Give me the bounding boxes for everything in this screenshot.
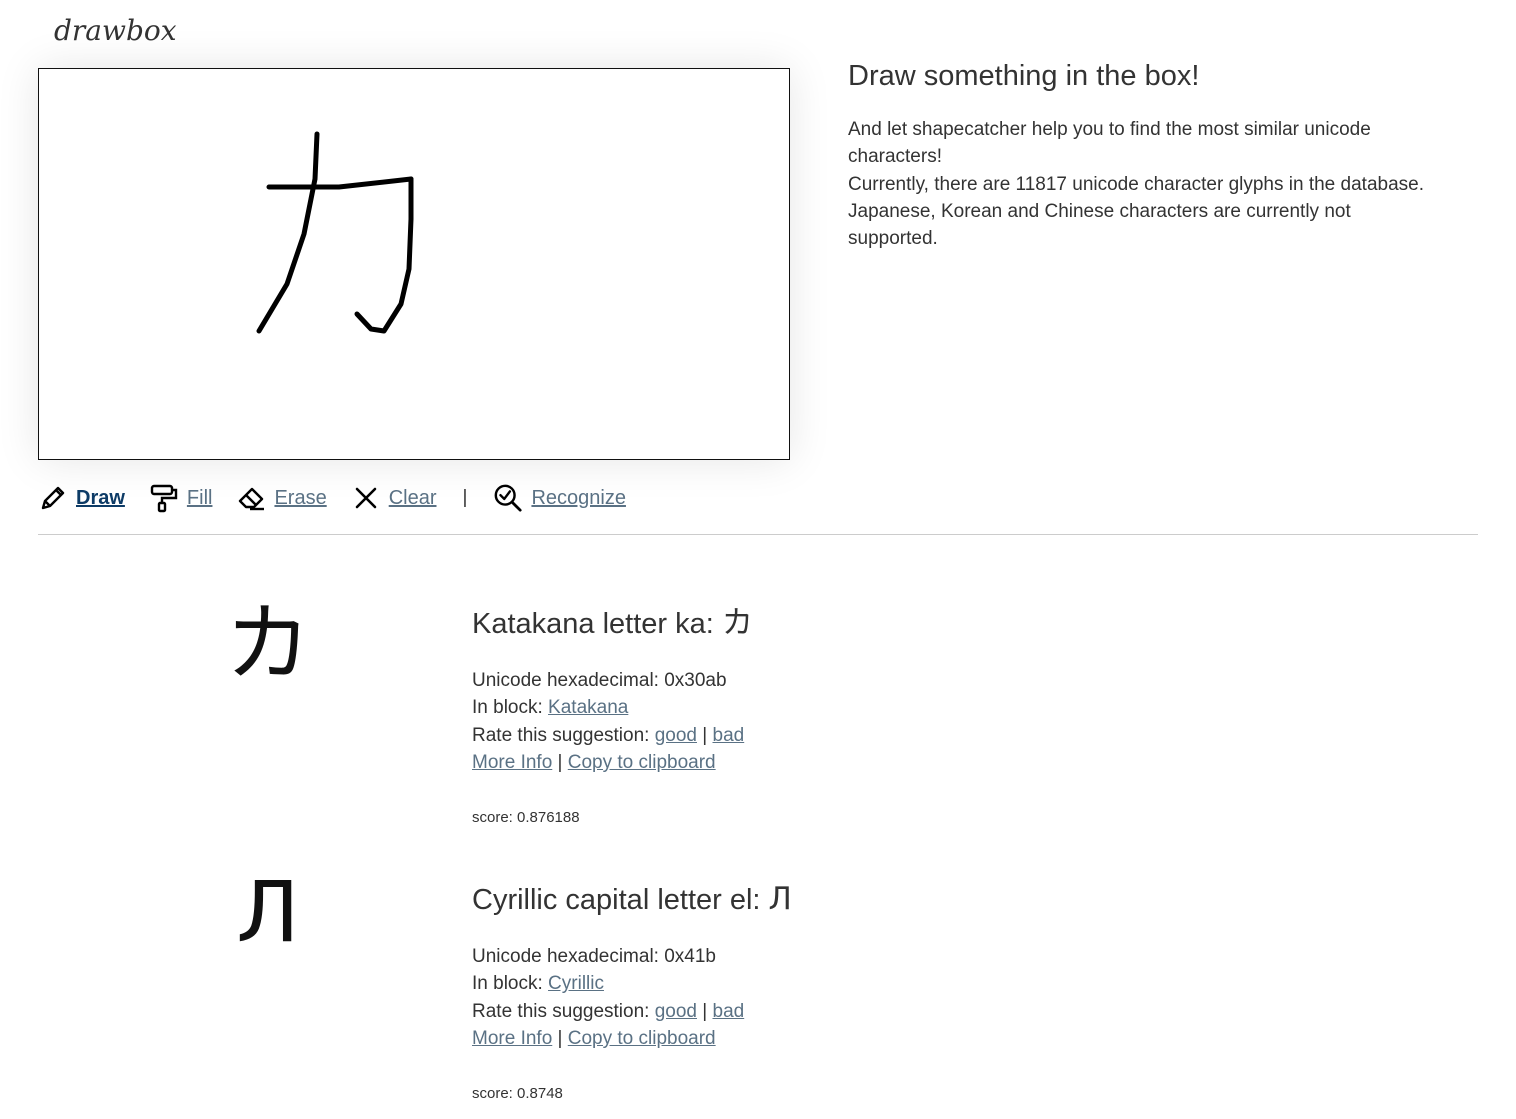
drawing-canvas[interactable]	[38, 68, 790, 460]
pipe-separator: |	[697, 1000, 713, 1022]
block-link[interactable]: Cyrillic	[548, 973, 604, 994]
close-icon	[351, 483, 381, 513]
block-label: In block:	[472, 697, 549, 719]
paint-roller-icon	[149, 483, 179, 513]
unicode-hex-value: 0x30ab	[664, 670, 727, 691]
score-value: 0.8748	[517, 1085, 563, 1103]
result-item: カ Katakana letter ka: カ Unicode hexadeci…	[38, 594, 1478, 844]
actions-line: More Info | Copy to clipboard	[472, 749, 1372, 776]
draw-tool-button[interactable]: Draw	[38, 483, 125, 513]
unicode-hex-value: 0x41b	[664, 946, 716, 967]
stroke-top-bar	[266, 176, 414, 190]
unicode-hex-line: Unicode hexadecimal: 0x30ab	[472, 667, 1372, 694]
result-title: Cyrillic capital letter el: Л	[472, 880, 1372, 919]
drawbox-logo: drawbox	[52, 10, 202, 52]
intro-line: supported.	[848, 228, 938, 250]
result-info: Cyrillic capital letter el: Л Unicode he…	[472, 880, 1372, 1104]
rate-label: Rate this suggestion:	[472, 1000, 655, 1022]
stroke-right-hook	[354, 176, 414, 334]
erase-label[interactable]: Erase	[274, 487, 326, 510]
unicode-hex-label: Unicode hexadecimal:	[472, 946, 665, 967]
pipe-separator: |	[697, 724, 713, 746]
rate-line: Rate this suggestion: good | bad	[472, 722, 1372, 749]
score-label: score:	[472, 809, 518, 827]
draw-label[interactable]: Draw	[76, 487, 125, 510]
shapecatcher-page: drawbox Draw something in the box! And l…	[0, 0, 1516, 1119]
actions-line: More Info | Copy to clipboard	[472, 1025, 1372, 1052]
rate-label: Rate this suggestion:	[472, 724, 655, 746]
toolbar-separator: |	[462, 487, 468, 508]
erase-tool-button[interactable]: Erase	[236, 483, 327, 513]
intro-text: And let shapecatcher help you to find th…	[848, 116, 1478, 252]
block-line: In block: Katakana	[472, 694, 1372, 721]
recognize-label[interactable]: Recognize	[531, 487, 626, 510]
eraser-icon	[236, 483, 266, 513]
clear-label[interactable]: Clear	[389, 487, 437, 510]
score-line: score: 0.8748	[472, 1084, 1372, 1104]
pipe-separator: |	[552, 751, 568, 773]
result-char: Л	[768, 881, 792, 917]
drawing-toolbar: Draw Fill Erase Clear | Recognize	[38, 478, 650, 518]
intro-heading: Draw something in the box!	[848, 60, 1200, 92]
intro-line: And let shapecatcher help you to find th…	[848, 119, 1371, 140]
pipe-separator: |	[552, 1027, 568, 1049]
user-drawing-strokes	[256, 131, 414, 334]
intro-line: characters!	[848, 146, 942, 168]
score-line: score: 0.876188	[472, 808, 1372, 828]
fill-tool-button[interactable]: Fill	[149, 483, 213, 513]
unicode-hex-label: Unicode hexadecimal:	[472, 670, 665, 691]
score-label: score:	[472, 1085, 518, 1103]
score-value: 0.876188	[517, 809, 580, 827]
result-char: カ	[721, 605, 753, 641]
result-name: Cyrillic capital letter el:	[472, 884, 769, 916]
block-link[interactable]: Katakana	[548, 697, 628, 718]
intro-section: Draw something in the box! And let shape…	[848, 56, 1478, 252]
unicode-hex-line: Unicode hexadecimal: 0x41b	[472, 943, 1372, 970]
result-item: Л Cyrillic capital letter el: Л Unicode …	[38, 866, 1478, 1116]
rate-line: Rate this suggestion: good | bad	[472, 998, 1372, 1025]
more-info-link[interactable]: More Info	[472, 1028, 552, 1049]
result-name: Katakana letter ka:	[472, 608, 722, 640]
clear-tool-button[interactable]: Clear	[351, 483, 437, 513]
search-check-icon	[493, 483, 523, 513]
intro-line: Currently, there are 11817 unicode chara…	[848, 173, 1424, 195]
copy-to-clipboard-link[interactable]: Copy to clipboard	[568, 1028, 716, 1049]
pencil-icon	[38, 483, 68, 513]
block-line: In block: Cyrillic	[472, 970, 1372, 997]
recognize-button[interactable]: Recognize	[493, 483, 626, 513]
result-glyph-preview: カ	[225, 594, 311, 694]
copy-to-clipboard-link[interactable]: Copy to clipboard	[568, 752, 716, 773]
rate-bad-link[interactable]: bad	[713, 1001, 745, 1022]
result-title: Katakana letter ka: カ	[472, 604, 1372, 643]
block-label: In block:	[472, 973, 549, 995]
rate-good-link[interactable]: good	[655, 725, 697, 746]
rate-bad-link[interactable]: bad	[713, 725, 745, 746]
intro-line: Japanese, Korean and Chinese characters …	[848, 200, 1351, 222]
more-info-link[interactable]: More Info	[472, 752, 552, 773]
rate-good-link[interactable]: good	[655, 1001, 697, 1022]
stroke-left-curve	[256, 131, 320, 334]
section-divider	[38, 534, 1478, 535]
fill-label[interactable]: Fill	[187, 487, 213, 510]
logo-text: drawbox	[54, 14, 177, 47]
drawing-canvas-container	[38, 68, 790, 460]
result-info: Katakana letter ka: カ Unicode hexadecima…	[472, 604, 1372, 828]
result-glyph-preview: Л	[236, 863, 300, 961]
